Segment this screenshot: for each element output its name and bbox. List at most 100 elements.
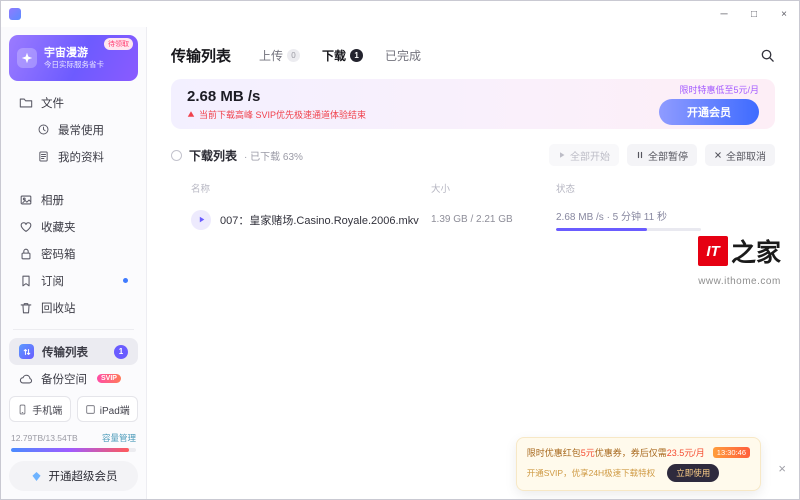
sidebar-item-subscriptions[interactable]: 订阅 xyxy=(9,267,138,294)
lock-icon xyxy=(19,247,33,261)
sidebar-item-label: 订阅 xyxy=(41,273,64,289)
upload-count-badge: 0 xyxy=(287,49,300,62)
column-size: 大小 xyxy=(431,181,556,195)
sidebar-item-label: 密码箱 xyxy=(41,246,76,262)
transfer-tabs: 上传 0 下载 1 已完成 xyxy=(259,47,421,64)
photo-icon xyxy=(19,193,33,207)
sidebar-item-my-docs[interactable]: 我的资料 xyxy=(9,143,138,170)
sidebar-item-label: 我的资料 xyxy=(58,149,104,165)
current-speed: 2.68 MB /s xyxy=(187,88,366,105)
app-icon xyxy=(9,8,21,20)
cloud-icon xyxy=(19,372,33,386)
sidebar-item-label: 备份空间 xyxy=(41,371,87,387)
sidebar-divider xyxy=(13,329,134,330)
sidebar-item-backup-space[interactable]: 备份空间 SVIP xyxy=(9,365,138,392)
close-button[interactable]: × xyxy=(769,1,799,27)
select-all-radio[interactable] xyxy=(171,150,182,161)
sidebar-item-albums[interactable]: 相册 xyxy=(9,186,138,213)
ithome-url: www.ithome.com xyxy=(698,276,781,287)
device-label: iPad端 xyxy=(100,402,130,417)
download-count-badge: 1 xyxy=(350,49,363,62)
ipad-app-button[interactable]: iPad端 xyxy=(77,396,139,422)
download-status: 2.68 MB /s · 5 分钟 11 秒 xyxy=(556,212,667,223)
titlebar: ─ □ × xyxy=(1,1,799,27)
folder-icon xyxy=(19,96,33,110)
trash-icon xyxy=(19,301,33,315)
heart-icon xyxy=(19,220,33,234)
claim-badge: 待领取 xyxy=(104,38,133,50)
toast-highlight: 5元 xyxy=(581,446,595,459)
sidebar: 宇宙漫游 今日实际服务省卡 待领取 文件 最常使用 我的资料 xyxy=(1,27,147,499)
minimize-button[interactable]: ─ xyxy=(709,1,739,27)
countdown-badge: 13:30:46 xyxy=(713,447,750,458)
storage-widget: 12.79TB/13.54TB 容量管理 xyxy=(9,432,138,452)
sidebar-item-label: 传输列表 xyxy=(42,344,88,360)
column-status: 状态 xyxy=(556,181,775,195)
download-list-header: 下载列表 · 已下载 63% 全部开始 全部暂停 全部取消 xyxy=(171,144,775,166)
sidebar-item-label: 文件 xyxy=(41,95,64,111)
storage-progress-bar xyxy=(11,448,136,452)
open-super-member-button[interactable]: 开通超级会员 xyxy=(9,461,138,491)
list-actions: 全部开始 全部暂停 全部取消 xyxy=(549,144,775,166)
sidebar-item-favorites[interactable]: 收藏夹 xyxy=(9,213,138,240)
page-header: 传输列表 上传 0 下载 1 已完成 xyxy=(171,45,775,66)
ithome-logo-icon: IT xyxy=(698,236,728,266)
sidebar-menu: 文件 最常使用 我的资料 相册 收藏夹 xyxy=(9,89,138,321)
search-icon[interactable] xyxy=(760,48,775,63)
phone-icon xyxy=(17,404,28,415)
tab-download[interactable]: 下载 1 xyxy=(322,47,363,64)
device-label: 手机端 xyxy=(32,402,62,417)
window-controls: ─ □ × xyxy=(709,1,799,27)
warning-text: 当前下载高峰 SVIP优先极速通道体验结束 xyxy=(199,108,366,121)
action-label: 全部暂停 xyxy=(648,148,688,163)
clock-icon xyxy=(37,123,50,136)
phone-app-button[interactable]: 手机端 xyxy=(9,396,71,422)
tab-label: 下载 xyxy=(322,47,346,64)
table-row[interactable]: 007：皇家赌场.Casino.Royale.2006.mkv 1.39 GB … xyxy=(171,208,775,231)
file-name: 007：皇家赌场.Casino.Royale.2006.mkv xyxy=(220,212,419,228)
page-title: 传输列表 xyxy=(171,45,231,66)
storage-manage-link[interactable]: 容量管理 xyxy=(102,432,136,444)
toast-line1: 限时优惠红包5元优惠券，券后仅需23.5元/月 13:30:46 xyxy=(527,446,750,459)
tab-upload[interactable]: 上传 0 xyxy=(259,47,300,64)
action-label: 全部开始 xyxy=(570,148,610,163)
maximize-button[interactable]: □ xyxy=(739,1,769,27)
resume-task-button[interactable] xyxy=(191,210,211,230)
member-button-label: 开通超级会员 xyxy=(49,468,118,484)
column-name: 名称 xyxy=(191,181,431,195)
transfer-count-badge: 1 xyxy=(114,345,128,359)
banner-subtitle: 今日实际服务省卡 xyxy=(44,60,104,70)
sidebar-item-label: 最常使用 xyxy=(58,122,104,138)
storage-usage-text: 12.79TB/13.54TB xyxy=(11,433,78,443)
sidebar-item-files[interactable]: 文件 xyxy=(9,89,138,116)
start-all-button[interactable]: 全部开始 xyxy=(549,144,619,166)
cancel-all-button[interactable]: 全部取消 xyxy=(705,144,775,166)
promo-banner-card[interactable]: 宇宙漫游 今日实际服务省卡 待领取 xyxy=(9,35,138,81)
sidebar-item-transfer-list[interactable]: 传输列表 1 xyxy=(9,338,138,365)
open-membership-button[interactable]: 开通会员 xyxy=(659,99,759,125)
sidebar-item-label: 回收站 xyxy=(41,300,76,316)
x-icon xyxy=(714,151,722,159)
svip-badge: SVIP xyxy=(97,374,121,383)
sidebar-item-recycle-bin[interactable]: 回收站 xyxy=(9,294,138,321)
app-window: ─ □ × 宇宙漫游 今日实际服务省卡 待领取 文件 xyxy=(0,0,800,500)
file-progress-bar xyxy=(556,228,701,231)
sidebar-item-label: 相册 xyxy=(41,192,64,208)
toast-highlight: 23.5元/月 xyxy=(667,446,705,459)
play-icon xyxy=(558,151,566,159)
action-label: 全部取消 xyxy=(726,148,766,163)
use-now-button[interactable]: 立即使用 xyxy=(667,464,719,482)
banner-title: 宇宙漫游 xyxy=(44,47,104,60)
device-buttons: 手机端 iPad端 xyxy=(9,396,138,422)
ithome-logo-text: 之家 xyxy=(731,233,781,269)
promo-toast: 限时优惠红包5元优惠券，券后仅需23.5元/月 13:30:46 开通SVIP，… xyxy=(516,437,761,491)
tab-label: 已完成 xyxy=(385,47,421,64)
diamond-icon xyxy=(30,470,43,483)
pause-all-button[interactable]: 全部暂停 xyxy=(627,144,697,166)
list-title: 下载列表 xyxy=(189,147,237,164)
sidebar-item-recent[interactable]: 最常使用 xyxy=(9,116,138,143)
toast-close-icon[interactable]: × xyxy=(778,462,786,475)
sidebar-item-safe[interactable]: 密码箱 xyxy=(9,240,138,267)
notification-dot xyxy=(123,278,128,283)
tab-completed[interactable]: 已完成 xyxy=(385,47,421,64)
